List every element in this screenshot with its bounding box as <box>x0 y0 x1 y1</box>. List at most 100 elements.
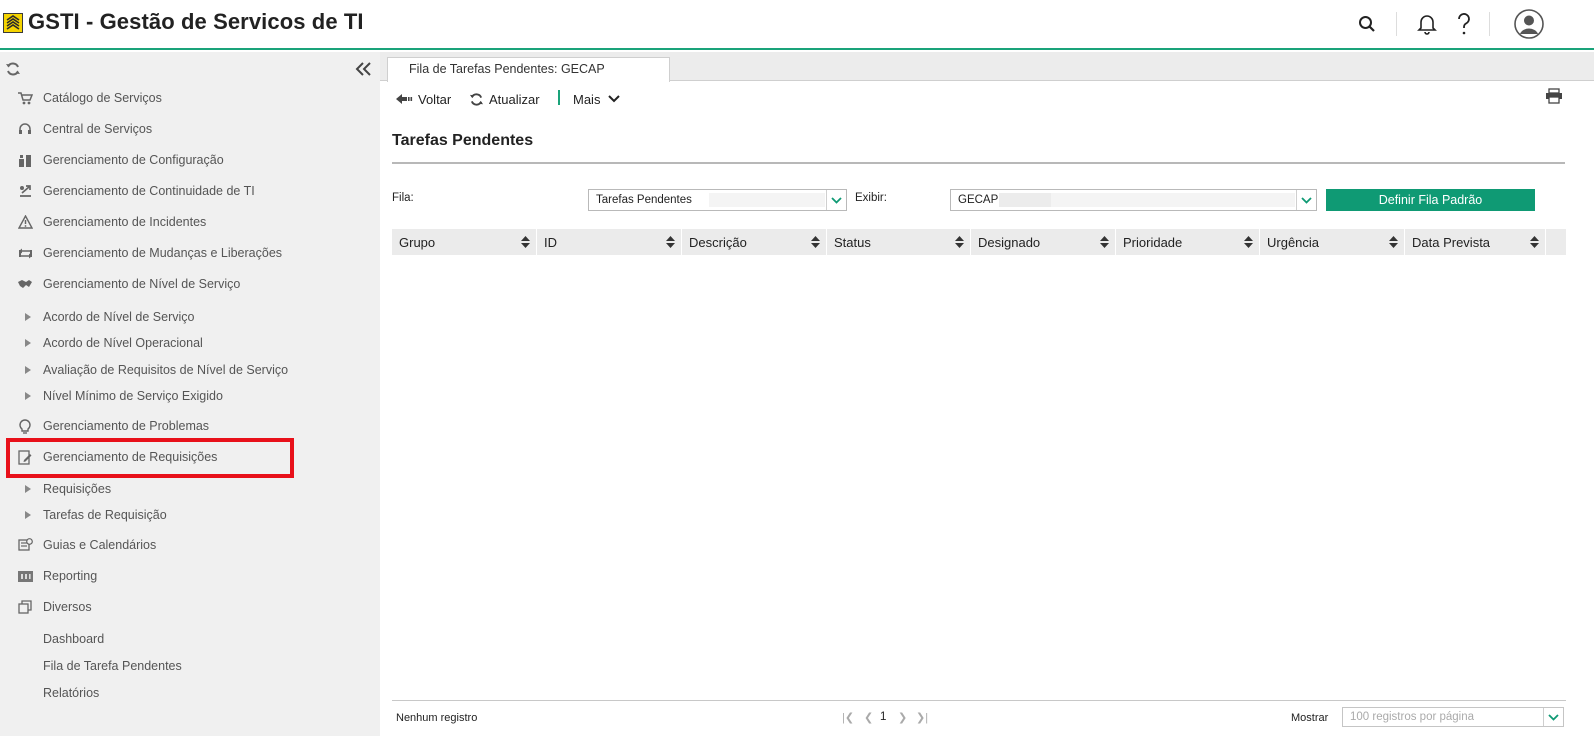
sidebar-item-label: Gerenciamento de Mudanças e Liberações <box>43 246 283 260</box>
request-edit-icon <box>17 449 33 465</box>
column-header-urgencia[interactable]: Urgência <box>1260 229 1405 255</box>
back-button[interactable]: Voltar <box>395 89 451 109</box>
sidebar-item-fila-tarefa-pendentes[interactable]: Fila de Tarefa Pendentes <box>0 654 380 678</box>
sidebar-item-catalogo[interactable]: Catálogo de Serviços <box>0 86 380 110</box>
sidebar-item-mudancas[interactable]: Gerenciamento de Mudanças e Liberações <box>0 241 380 265</box>
refresh-icon <box>469 92 484 106</box>
redacted-area <box>709 193 825 207</box>
expand-arrow-icon <box>25 485 31 493</box>
sidebar-item-label: Relatórios <box>43 686 100 700</box>
refresh-button[interactable]: Atualizar <box>469 89 540 109</box>
app-title: GSTI - Gestão de Servicos de TI <box>28 9 364 34</box>
more-label: Mais <box>573 91 601 107</box>
sort-icon <box>1100 236 1109 248</box>
collapse-sidebar-icon[interactable] <box>353 59 375 79</box>
bell-icon[interactable] <box>1414 11 1440 37</box>
back-arrow-icon <box>396 94 413 104</box>
sidebar-item-label: Diversos <box>43 600 92 614</box>
column-header-status[interactable]: Status <box>827 229 971 255</box>
page-number: 1 <box>880 711 887 723</box>
sidebar-item-requisicoes[interactable]: Gerenciamento de Requisições <box>0 445 380 469</box>
sidebar-item-label: Gerenciamento de Problemas <box>43 419 210 433</box>
cart-icon <box>17 90 33 106</box>
sidebar-item-label: Central de Serviços <box>43 122 153 136</box>
next-page-icon[interactable]: ❯ <box>898 711 907 724</box>
sidebar-item-continuidade[interactable]: Gerenciamento de Continuidade de TI <box>0 179 380 203</box>
warning-icon <box>17 214 33 230</box>
sort-icon <box>666 236 675 248</box>
sidebar-item-label: Gerenciamento de Incidentes <box>43 215 207 229</box>
sidebar-subitem-avaliacao-requisitos[interactable]: Avaliação de Requisitos de Nível de Serv… <box>0 358 380 382</box>
sidebar-subitem-requisicoes[interactable]: Requisições <box>0 477 380 501</box>
records-count: Nenhum registro <box>396 712 478 724</box>
sort-icon <box>1389 236 1398 248</box>
tab-strip: Fila de Tarefas Pendentes: GECAP <box>380 52 1594 82</box>
refresh-icon[interactable] <box>5 61 21 77</box>
help-icon[interactable] <box>1451 11 1477 37</box>
tab-fila-tarefas-pendentes[interactable]: Fila de Tarefas Pendentes: GECAP <box>387 57 670 82</box>
column-header-grupo[interactable]: Grupo <box>392 229 537 255</box>
sidebar-item-label: Fila de Tarefa Pendentes <box>43 659 182 673</box>
sidebar-item-label: Nível Mínimo de Serviço Exigido <box>43 389 223 403</box>
more-menu-button[interactable]: Mais <box>573 89 625 109</box>
show-select-value: GECAP <box>958 194 999 206</box>
header-divider <box>1396 12 1397 36</box>
sidebar-item-reporting[interactable]: Reporting <box>0 564 380 588</box>
sidebar-item-problemas[interactable]: Gerenciamento de Problemas <box>0 414 380 438</box>
sidebar-item-relatorios[interactable]: Relatórios <box>0 681 380 705</box>
column-header-descricao[interactable]: Descrição <box>682 229 827 255</box>
sort-icon <box>1530 236 1539 248</box>
sort-icon <box>521 236 530 248</box>
copy-icon <box>17 599 33 615</box>
expand-arrow-icon <box>25 392 31 400</box>
lightbulb-icon <box>17 418 33 434</box>
header-divider <box>1489 12 1490 36</box>
sidebar-item-diversos[interactable]: Diversos <box>0 595 380 619</box>
sidebar-item-incidentes[interactable]: Gerenciamento de Incidentes <box>0 210 380 234</box>
print-icon[interactable] <box>1545 88 1563 106</box>
sidebar-subitem-tarefas-requisicao[interactable]: Tarefas de Requisição <box>0 503 380 527</box>
show-select[interactable]: GECAP <box>950 189 1317 211</box>
sidebar-item-label: Requisições <box>43 482 112 496</box>
column-header-prioridade[interactable]: Prioridade <box>1116 229 1260 255</box>
column-header-data-prevista[interactable]: Data Prevista <box>1405 229 1546 255</box>
chevron-down-icon <box>1543 708 1563 726</box>
queue-select[interactable]: Tarefas Pendentes <box>588 189 847 211</box>
column-header-id[interactable]: ID <box>537 229 682 255</box>
sidebar-item-central[interactable]: Central de Serviços <box>0 117 380 141</box>
prev-page-icon[interactable]: ❮ <box>864 711 873 724</box>
sidebar: Catálogo de Serviços Central de Serviços… <box>0 52 380 736</box>
sidebar-item-label: Acordo de Nível Operacional <box>43 336 203 350</box>
toolbar-divider <box>558 90 560 105</box>
set-default-queue-button[interactable]: Definir Fila Padrão <box>1326 189 1535 211</box>
sidebar-item-label: Avaliação de Requisitos de Nível de Serv… <box>43 363 289 377</box>
show-label: Exibir: <box>855 192 887 204</box>
sidebar-item-label: Gerenciamento de Requisições <box>43 450 218 464</box>
sidebar-item-label: Gerenciamento de Continuidade de TI <box>43 184 255 198</box>
sidebar-item-dashboard[interactable]: Dashboard <box>0 627 380 651</box>
first-page-icon[interactable]: |❮ <box>842 711 854 724</box>
chevron-down-icon <box>1296 190 1316 210</box>
sidebar-subitem-acordo-nivel-operacional[interactable]: Acordo de Nível Operacional <box>0 331 380 355</box>
redacted-area <box>999 193 1051 207</box>
sidebar-subitem-nivel-minimo[interactable]: Nível Mínimo de Serviço Exigido <box>0 384 380 408</box>
sort-icon <box>811 236 820 248</box>
per-page-select[interactable]: 100 registros por página <box>1342 707 1564 727</box>
sidebar-subitem-acordo-nivel-servico[interactable]: Acordo de Nível de Serviço <box>0 305 380 329</box>
change-icon <box>17 245 33 261</box>
column-header-designado[interactable]: Designado <box>971 229 1116 255</box>
refresh-label: Atualizar <box>489 91 540 107</box>
user-avatar-icon[interactable] <box>1514 9 1544 39</box>
sidebar-item-nivel-servico[interactable]: Gerenciamento de Nível de Serviço <box>0 272 380 296</box>
sidebar-item-guias-calendarios[interactable]: Guias e Calendários <box>0 533 380 557</box>
back-label: Voltar <box>418 91 452 107</box>
handshake-icon <box>17 276 33 292</box>
queue-label: Fila: <box>392 192 414 204</box>
queue-select-value: Tarefas Pendentes <box>596 194 692 206</box>
expand-arrow-icon <box>25 511 31 519</box>
reporting-icon <box>17 568 33 584</box>
last-page-icon[interactable]: ❯| <box>916 711 928 724</box>
search-icon[interactable] <box>1354 11 1380 37</box>
chevron-down-icon <box>608 95 621 103</box>
sidebar-item-configuracao[interactable]: Gerenciamento de Configuração <box>0 148 380 172</box>
